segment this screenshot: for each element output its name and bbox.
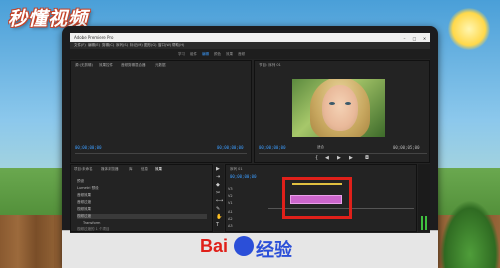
source-timecode-left: 00;00;00;00 <box>75 145 102 150</box>
project-footer-status: 视频过渡的 1 个项目 <box>77 227 110 231</box>
meter-bar-right <box>425 216 427 230</box>
program-video-preview <box>292 79 385 137</box>
window-titlebar: Adobe Premiere Pro – □ ✕ <box>70 33 430 42</box>
play-icon[interactable]: ▶ <box>337 155 341 161</box>
menu-item-sequence[interactable]: 序列(S) <box>116 43 128 48</box>
timeline-timecode: 00;00;00;00 <box>230 174 257 179</box>
tab-metadata[interactable]: 元数据 <box>155 63 166 68</box>
bin-transform[interactable]: Transform <box>83 221 100 225</box>
workspace-tab-audio[interactable]: 音频 <box>238 52 245 57</box>
window-title: Adobe Premiere Pro <box>74 35 114 40</box>
maximize-button[interactable]: □ <box>410 35 419 42</box>
tab-effects[interactable]: 效果 <box>155 167 162 172</box>
mark-in-icon[interactable]: { <box>315 155 318 161</box>
fit-select[interactable]: 适合 <box>317 145 324 150</box>
bin-presets[interactable]: 预设 <box>77 179 84 184</box>
red-highlight-box <box>282 177 352 219</box>
face-shape <box>322 85 358 131</box>
eye-right <box>345 102 351 105</box>
bin-video-transitions[interactable]: 视频过渡 <box>77 214 207 219</box>
premiere-screen: Adobe Premiere Pro – □ ✕ 文件(F) 编辑(E) 剪辑(… <box>70 33 430 233</box>
track-header-v3[interactable]: V3 <box>228 187 233 191</box>
hand-tool-icon[interactable]: ✋ <box>216 214 222 220</box>
tools-panel: ▶ ⇥ ◆ ✂ ⟷ ✎ ✋ T <box>214 164 224 232</box>
bin-audio-effects[interactable]: 音频效果 <box>77 193 91 198</box>
step-back-icon[interactable]: ◀ <box>325 155 329 161</box>
program-timecode-left: 00;00;00;00 <box>259 145 286 150</box>
baidu-paw-icon <box>234 236 254 256</box>
source-timecode-right: 00;00;00;00 <box>217 145 244 150</box>
baidu-jingyan-text: 经验 <box>256 240 292 260</box>
bin-lumetri[interactable]: Lumetri 预设 <box>77 186 99 191</box>
tab-info[interactable]: 信息 <box>141 167 148 172</box>
menu-item-help[interactable]: 帮助(H) <box>172 43 184 48</box>
audio-meter <box>418 164 430 232</box>
baidu-logo-text: Bai <box>200 236 229 256</box>
tab-effect-controls[interactable]: 效果控件 <box>99 63 113 68</box>
tab-project[interactable]: 项目:未命名 <box>74 167 93 172</box>
tab-audio-mixer[interactable]: 音频剪辑混合器 <box>121 63 146 68</box>
bin-video-effects[interactable]: 视频效果 <box>77 207 91 212</box>
ripple-edit-tool-icon[interactable]: ◆ <box>216 182 220 188</box>
track-header-v1[interactable]: V1 <box>228 201 233 205</box>
close-button[interactable]: ✕ <box>420 35 429 42</box>
track-header-a1[interactable]: A1 <box>228 210 233 214</box>
meter-bar-left <box>421 216 423 230</box>
type-tool-icon[interactable]: T <box>216 222 219 228</box>
program-scrubber[interactable] <box>259 153 427 154</box>
razor-tool-icon[interactable]: ✂ <box>216 190 220 196</box>
program-timecode-right: 00;00;05;00 <box>393 145 420 150</box>
menu-item-file[interactable]: 文件(F) <box>74 43 86 48</box>
track-header-a2[interactable]: A2 <box>228 217 233 221</box>
menu-item-window[interactable]: 窗口(W) <box>158 43 171 48</box>
bin-audio-transitions[interactable]: 音频过渡 <box>77 200 91 205</box>
tab-sequence[interactable]: 序列 01 <box>230 167 243 172</box>
slip-tool-icon[interactable]: ⟷ <box>216 198 223 204</box>
menu-item-clip[interactable]: 剪辑(C) <box>102 43 114 48</box>
project-panel: 项目:未命名 媒体浏览器 库 信息 效果 预设 Lumetri 预设 音频效果 … <box>70 164 213 232</box>
tab-media-browser[interactable]: 媒体浏览器 <box>101 167 119 172</box>
plant-graphic <box>440 200 500 268</box>
menu-item-graphics[interactable]: 图形(G) <box>144 43 156 48</box>
pen-tool-icon[interactable]: ✎ <box>216 206 220 212</box>
source-scrubber[interactable] <box>75 153 247 154</box>
sun-graphic <box>448 8 490 50</box>
camera-icon[interactable]: ◘ <box>365 155 369 161</box>
workspace-tab-learn[interactable]: 学习 <box>178 52 185 57</box>
menu-bar: 文件(F) 编辑(E) 剪辑(C) 序列(S) 标记(M) 图形(G) 窗口(W… <box>70 42 430 49</box>
workspace-tab-effects[interactable]: 效果 <box>226 52 233 57</box>
tab-program[interactable]: 节目: 序列 01 <box>259 63 281 68</box>
workspace-tab-editing[interactable]: 编辑 <box>202 52 209 57</box>
track-header-a3[interactable]: A3 <box>228 224 233 228</box>
selection-tool-icon[interactable]: ▶ <box>216 166 220 172</box>
workspace-tab-assembly[interactable]: 组件 <box>190 52 197 57</box>
workspace-tab-color[interactable]: 颜色 <box>214 52 221 57</box>
tab-libraries[interactable]: 库 <box>129 167 133 172</box>
eye-left <box>329 102 335 105</box>
tab-source[interactable]: 源:(无剪辑) <box>75 63 93 68</box>
track-select-tool-icon[interactable]: ⇥ <box>216 174 220 180</box>
track-header-v2[interactable]: V2 <box>228 194 233 198</box>
workspace-bar: 学习 组件 编辑 颜色 效果 音频 <box>70 49 430 59</box>
menu-item-marker[interactable]: 标记(M) <box>130 43 143 48</box>
menu-item-edit[interactable]: 编辑(E) <box>88 43 100 48</box>
minimize-button[interactable]: – <box>400 35 409 42</box>
source-monitor-panel: 源:(无剪辑) 效果控件 音频剪辑混合器 元数据 00;00;00;00 00;… <box>70 60 252 163</box>
step-forward-icon[interactable]: ▶ <box>349 155 353 161</box>
